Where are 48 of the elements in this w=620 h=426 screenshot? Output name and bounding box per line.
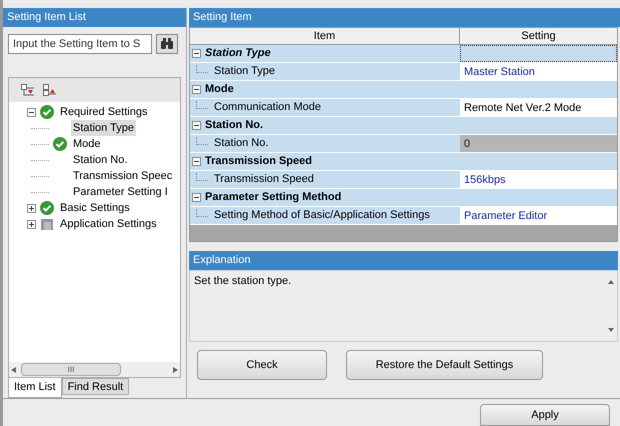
item-label: Communication Mode — [214, 100, 321, 116]
collapse-icon[interactable] — [192, 157, 201, 166]
tree-item[interactable]: Transmission Speec — [71, 168, 174, 184]
scroll-down-icon[interactable] — [608, 327, 614, 333]
explanation-text: Set the station type. — [193, 274, 292, 289]
tree-item[interactable]: Station No. — [71, 152, 130, 168]
expand-all-icon[interactable] — [43, 84, 57, 96]
tree-item[interactable]: Mode — [71, 136, 103, 152]
tree-item[interactable]: Parameter Setting I — [71, 184, 170, 200]
expand-icon[interactable] — [27, 204, 36, 212]
collapse-icon[interactable] — [192, 85, 201, 94]
search-field[interactable]: Input the Setting Item to S — [8, 34, 152, 54]
scroll-left-icon[interactable] — [11, 366, 17, 372]
item-label: Station Type — [214, 64, 275, 80]
panel-title: Explanation — [189, 251, 618, 270]
apply-button[interactable]: Apply — [480, 404, 610, 426]
tree-item[interactable]: Station Type — [71, 120, 136, 136]
setting-value: 0 — [460, 135, 617, 152]
action-button[interactable]: Check — [197, 350, 327, 380]
search-button[interactable] — [156, 34, 178, 54]
tree-item[interactable]: Basic Settings — [58, 200, 132, 216]
collapse-icon[interactable] — [192, 121, 201, 130]
group-title[interactable]: Station No. — [205, 117, 264, 134]
scroll-up-icon[interactable] — [608, 279, 614, 285]
focused-cell[interactable] — [460, 45, 617, 62]
panel-title: Setting Item List — [3, 8, 186, 27]
tree-item[interactable]: Application Settings — [58, 216, 159, 232]
collapse-icon[interactable] — [192, 193, 201, 202]
collapse-icon[interactable] — [27, 108, 36, 116]
collapse-icon[interactable] — [192, 49, 201, 58]
item-label: Station No. — [214, 136, 268, 152]
group-title[interactable]: Station Type — [205, 45, 271, 62]
collapse-all-icon[interactable] — [21, 84, 35, 96]
group-title[interactable]: Mode — [205, 81, 234, 98]
item-label: Setting Method of Basic/Application Settings — [214, 208, 430, 224]
panel-tab[interactable]: Find Result — [62, 378, 130, 395]
panel-tab[interactable]: Item List — [8, 378, 62, 398]
action-button[interactable]: Restore the Default Settings — [346, 350, 543, 380]
binoculars-icon — [160, 38, 174, 50]
expand-icon[interactable] — [27, 220, 36, 228]
horizontal-scrollbar[interactable]: III — [9, 362, 180, 377]
scrollbar-thumb[interactable]: III — [21, 363, 121, 376]
column-header: Item — [190, 28, 460, 44]
column-header: Setting — [520, 29, 557, 44]
scroll-right-icon[interactable] — [172, 366, 178, 372]
panel-title: Setting Item — [189, 8, 620, 27]
item-label: Transmission Speed — [214, 172, 314, 188]
tree-item[interactable]: Required Settings — [58, 104, 150, 120]
